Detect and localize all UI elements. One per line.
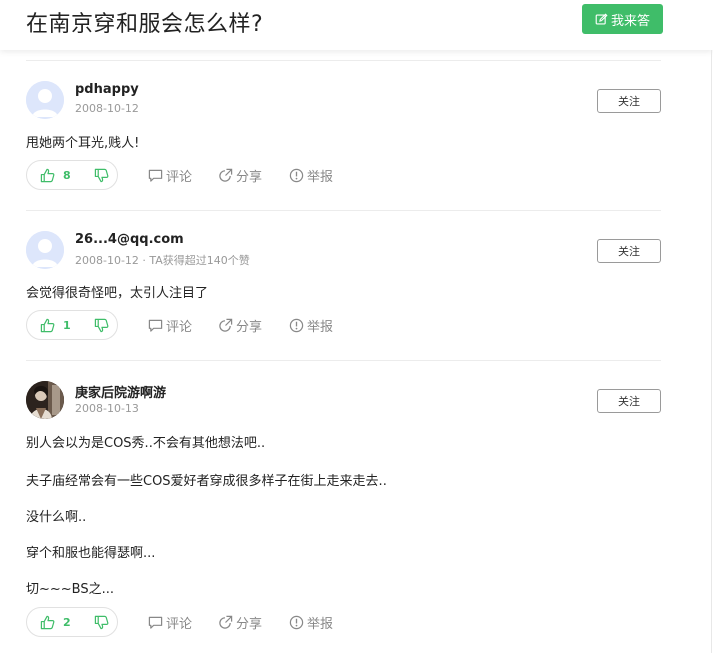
follow-button[interactable]: 关注 [597, 89, 661, 113]
user-avatar[interactable] [26, 81, 64, 119]
warning-icon [289, 615, 304, 630]
username[interactable]: 庚家后院游啊游 [75, 382, 166, 401]
comment-icon [148, 169, 163, 182]
answer-text: 甩她两个耳光,贱人! [26, 136, 140, 151]
answer-paragraph: 夫子庙经常会有一些COS爱好者穿成很多样子在街上走来走去.. [26, 474, 387, 489]
share-button[interactable]: 分享 [218, 613, 262, 632]
comment-label: 评论 [166, 170, 193, 185]
comment-label: 评论 [166, 617, 193, 632]
share-icon [219, 168, 233, 182]
like-count: 8 [63, 168, 71, 182]
warning-icon [289, 318, 304, 333]
like-count: 2 [63, 615, 71, 629]
answer-paragraph: 切~~~BS之... [26, 582, 115, 597]
comment-button[interactable]: 评论 [148, 166, 192, 185]
follow-button[interactable]: 关注 [597, 239, 661, 263]
comment-icon [148, 616, 163, 629]
answer-meta: 2008-10-13 [75, 402, 139, 415]
share-icon [219, 318, 233, 332]
answer-button[interactable]: 我来答 [582, 4, 663, 34]
answer-button-label: 我来答 [610, 13, 650, 29]
divider [26, 210, 661, 211]
edit-icon [595, 12, 608, 25]
downvote-button[interactable] [85, 311, 117, 339]
warning-icon [289, 168, 304, 183]
vote-control: 1 [26, 310, 118, 340]
downvote-button[interactable] [85, 608, 117, 636]
share-label: 分享 [236, 617, 263, 632]
report-label: 举报 [307, 170, 334, 185]
thumbs-up-icon [40, 318, 55, 332]
like-count: 1 [63, 318, 71, 332]
report-button[interactable]: 举报 [289, 166, 333, 185]
username[interactable]: 26...4@qq.com [75, 232, 184, 247]
divider [26, 60, 661, 61]
thumbs-down-icon [94, 168, 108, 182]
answer-paragraph: 穿个和服也能得瑟啊... [26, 546, 156, 561]
comment-icon [148, 319, 163, 332]
answer-text: 会觉得很奇怪吧，太引人注目了 [26, 286, 209, 301]
report-label: 举报 [307, 320, 334, 335]
report-button[interactable]: 举报 [289, 613, 333, 632]
default-avatar-icon [26, 81, 64, 119]
answer-meta: 2008-10-12 [75, 102, 139, 115]
share-button[interactable]: 分享 [218, 316, 262, 335]
report-button[interactable]: 举报 [289, 316, 333, 335]
upvote-button[interactable]: 8 [27, 161, 85, 189]
comment-label: 评论 [166, 320, 193, 335]
answer-paragraph: 没什么啊.. [26, 510, 87, 525]
follow-button[interactable]: 关注 [597, 389, 661, 413]
photo-avatar-icon [26, 381, 64, 419]
question-header: 在南京穿和服会怎么样? 我来答 [0, 0, 713, 50]
vote-control: 8 [26, 160, 118, 190]
share-button[interactable]: 分享 [218, 166, 262, 185]
answer-meta: 2008-10-12 · TA获得超过140个赞 [75, 254, 250, 267]
comment-button[interactable]: 评论 [148, 316, 192, 335]
answer-paragraph: 别人会以为是COS秀..不会有其他想法吧.. [26, 436, 266, 451]
upvote-button[interactable]: 1 [27, 311, 85, 339]
comment-button[interactable]: 评论 [148, 613, 192, 632]
thumbs-up-icon [40, 615, 55, 629]
user-avatar[interactable] [26, 381, 64, 419]
thumbs-down-icon [94, 318, 108, 332]
thumbs-down-icon [94, 615, 108, 629]
divider [26, 360, 661, 361]
thumbs-up-icon [40, 168, 55, 182]
user-avatar[interactable] [26, 231, 64, 269]
default-avatar-icon [26, 231, 64, 269]
page-edge [711, 50, 712, 653]
share-label: 分享 [236, 170, 263, 185]
question-title: 在南京穿和服会怎么样? [26, 12, 264, 37]
downvote-button[interactable] [85, 161, 117, 189]
report-label: 举报 [307, 617, 334, 632]
vote-control: 2 [26, 607, 118, 637]
username[interactable]: pdhappy [75, 82, 139, 97]
share-label: 分享 [236, 320, 263, 335]
upvote-button[interactable]: 2 [27, 608, 85, 636]
share-icon [219, 615, 233, 629]
